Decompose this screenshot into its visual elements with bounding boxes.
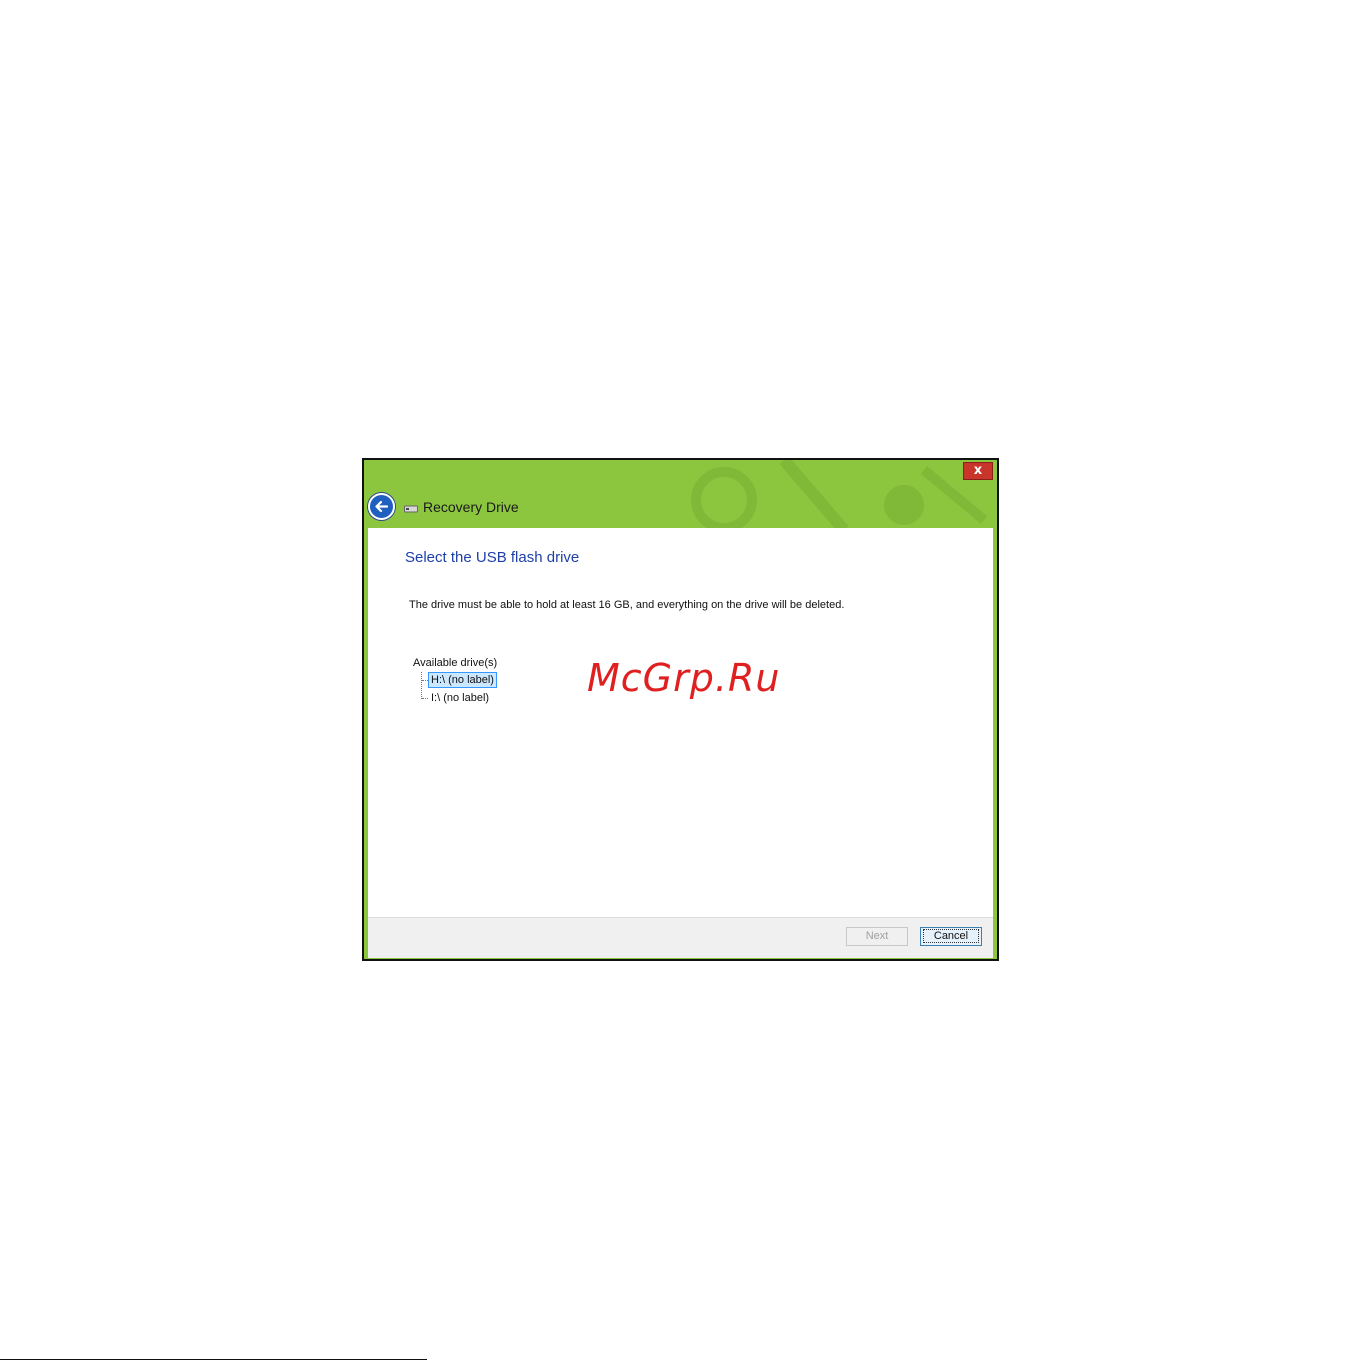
drive-item-i[interactable]: I:\ (no label) xyxy=(429,691,491,705)
back-arrow-icon xyxy=(375,500,389,513)
usb-drive-icon xyxy=(404,505,418,513)
footer-bar: Next Cancel xyxy=(368,917,993,958)
cancel-button[interactable]: Cancel xyxy=(920,927,982,946)
footnote-separator xyxy=(0,1359,427,1360)
description-text: The drive must be able to hold at least … xyxy=(409,599,845,611)
tree-connector xyxy=(422,698,428,699)
watermark: McGrp.Ru xyxy=(587,656,781,700)
close-button[interactable]: x xyxy=(963,462,993,480)
drives-tree-label: Available drive(s) xyxy=(413,657,498,669)
back-button[interactable] xyxy=(368,493,395,520)
window-title: Recovery Drive xyxy=(423,499,519,515)
content-panel: Select the USB flash drive The drive mus… xyxy=(368,528,993,917)
next-button[interactable]: Next xyxy=(846,927,908,946)
cancel-button-label: Cancel xyxy=(922,929,980,943)
recovery-drive-window: x Recovery Drive Select the USB flash dr… xyxy=(362,458,999,961)
tree-connector xyxy=(421,672,422,699)
drive-item-h[interactable]: H:\ (no label) xyxy=(428,672,497,688)
page-heading: Select the USB flash drive xyxy=(405,549,580,566)
background-tools-decoration xyxy=(691,460,988,530)
